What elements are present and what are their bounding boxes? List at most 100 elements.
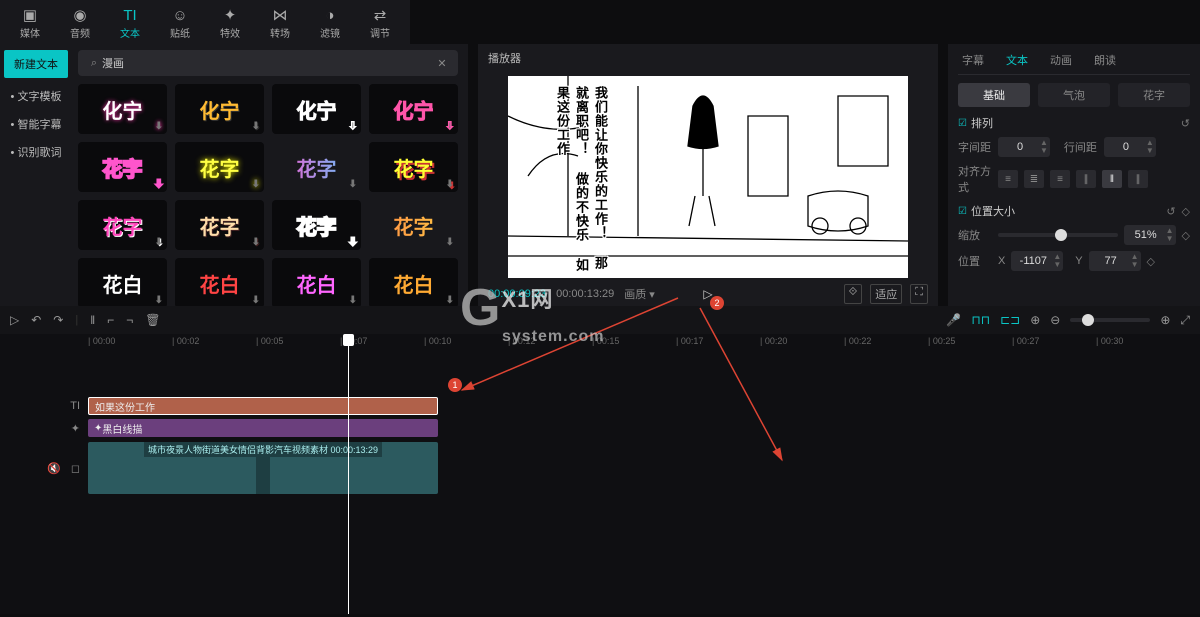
magnet-icon[interactable]: ⊓⊓ bbox=[971, 313, 990, 327]
download-icon[interactable]: ⬇ bbox=[349, 295, 357, 306]
align-v1-icon[interactable]: ∥ bbox=[1076, 170, 1096, 188]
sidebar-item[interactable]: • 识别歌词 bbox=[4, 138, 68, 166]
align-v2-icon[interactable]: ‖ bbox=[1102, 170, 1122, 188]
download-icon[interactable]: ⬇ bbox=[446, 295, 454, 306]
sidebar-item[interactable]: • 文字模板 bbox=[4, 82, 68, 110]
download-icon[interactable]: ⬇ bbox=[446, 237, 454, 248]
cut-left-icon[interactable]: ⌐ bbox=[107, 313, 114, 327]
sidebar-item[interactable]: • 智能字幕 bbox=[4, 110, 68, 138]
download-icon[interactable]: ⬇ bbox=[252, 179, 260, 190]
inspector-tab[interactable]: 动画 bbox=[1046, 50, 1076, 70]
download-icon[interactable]: ⬇ bbox=[252, 121, 260, 132]
pos-y-input[interactable]: ▲▼ bbox=[1089, 251, 1141, 271]
video-clip[interactable]: 城市夜景人物街道美女情侣背影汽车视频素材 00:00:13:29 封面 bbox=[88, 442, 438, 494]
text-style-card[interactable]: 花字⬇ bbox=[272, 142, 361, 192]
media-tab-贴纸[interactable]: ☺贴纸 bbox=[158, 4, 202, 44]
ratio-icon[interactable]: 适应 bbox=[870, 284, 902, 304]
text-style-card[interactable]: 花字⬇ bbox=[369, 200, 458, 250]
text-clip[interactable]: 如果这份工作 bbox=[88, 397, 438, 415]
checkbox-icon[interactable]: ☑ bbox=[958, 206, 967, 217]
download-icon[interactable]: ⬇ bbox=[155, 237, 163, 248]
new-text-button[interactable]: 新建文本 bbox=[4, 50, 68, 78]
inspector-subtab[interactable]: 基础 bbox=[958, 83, 1030, 107]
search-input[interactable] bbox=[102, 57, 434, 69]
text-style-card[interactable]: 化宁⬇ bbox=[369, 84, 458, 134]
link-icon[interactable]: ⊏⊐ bbox=[1000, 313, 1020, 327]
text-style-card[interactable]: 化宁⬇ bbox=[175, 84, 264, 134]
keyframe-icon[interactable]: ◇ bbox=[1182, 229, 1190, 242]
text-style-card[interactable]: 花白⬇ bbox=[272, 258, 361, 306]
download-icon[interactable]: ⬇ bbox=[252, 237, 260, 248]
effect-clip[interactable]: ✦ 黑白线描 bbox=[88, 419, 438, 437]
text-style-card[interactable]: 花字⬇ bbox=[369, 142, 458, 192]
timeline-ruler[interactable]: | 00:00| 00:02| 00:05| 00:07| 00:10| 00:… bbox=[88, 334, 1200, 356]
media-tab-滤镜[interactable]: ◑滤镜 bbox=[308, 4, 352, 44]
zoom-in-icon[interactable]: ⊕ bbox=[1160, 313, 1170, 327]
text-style-card[interactable]: 花白⬇ bbox=[369, 258, 458, 306]
media-tab-媒体[interactable]: ▣媒体 bbox=[8, 4, 52, 44]
preview-toggle-icon[interactable]: ⊕ bbox=[1030, 313, 1040, 327]
download-icon[interactable]: ⬇ bbox=[155, 121, 163, 132]
text-style-card[interactable]: 花字⬇ bbox=[175, 200, 264, 250]
text-style-card[interactable]: 花白⬇ bbox=[175, 258, 264, 306]
inspector-tab[interactable]: 朗读 bbox=[1090, 50, 1120, 70]
text-style-card[interactable]: 花字⬇ bbox=[78, 200, 167, 250]
char-space-input[interactable]: ▲▼ bbox=[998, 137, 1050, 157]
text-style-card[interactable]: 化宁⬇ bbox=[272, 84, 361, 134]
split-icon[interactable]: ‖ bbox=[90, 313, 95, 327]
line-space-input[interactable]: ▲▼ bbox=[1104, 137, 1156, 157]
download-icon[interactable]: ⬇ bbox=[252, 295, 260, 306]
text-style-card[interactable]: 花字⬇ bbox=[78, 142, 167, 192]
inspector-subtab[interactable]: 气泡 bbox=[1038, 83, 1110, 107]
cut-right-icon[interactable]: ¬ bbox=[126, 313, 133, 327]
media-tab-转场[interactable]: ⋈转场 bbox=[258, 4, 302, 44]
keyframe-icon[interactable]: ◇ bbox=[1182, 205, 1190, 218]
download-icon[interactable]: ⬇ bbox=[349, 121, 357, 132]
reset-icon[interactable]: ↺ bbox=[1181, 117, 1190, 130]
media-tab-音频[interactable]: ◉音频 bbox=[58, 4, 102, 44]
scale-input[interactable]: ▲▼ bbox=[1124, 225, 1176, 245]
download-icon[interactable]: ⬇ bbox=[349, 179, 357, 190]
zoom-slider[interactable] bbox=[1070, 318, 1150, 322]
download-icon[interactable]: ⬇ bbox=[349, 237, 357, 248]
pos-x-input[interactable]: ▲▼ bbox=[1011, 251, 1063, 271]
align-center-icon[interactable]: ≣ bbox=[1024, 170, 1044, 188]
align-left-icon[interactable]: ≡ bbox=[998, 170, 1018, 188]
checkbox-icon[interactable]: ☑ bbox=[958, 118, 967, 129]
download-icon[interactable]: ⬇ bbox=[155, 179, 163, 190]
inspector-tab[interactable]: 字幕 bbox=[958, 50, 988, 70]
media-tab-调节[interactable]: ⇄调节 bbox=[358, 4, 402, 44]
undo-icon[interactable]: ↶ bbox=[31, 313, 41, 327]
lock-track-icon[interactable]: ◻ bbox=[71, 462, 80, 475]
card-label: 化宁 bbox=[103, 95, 143, 124]
mic-icon[interactable]: 🎤 bbox=[946, 313, 961, 327]
delete-icon[interactable]: 🗑 bbox=[145, 313, 160, 327]
align-v3-icon[interactable]: ∥ bbox=[1128, 170, 1148, 188]
text-style-card[interactable]: 花字⬇ bbox=[175, 142, 264, 192]
scale-slider[interactable] bbox=[998, 233, 1118, 237]
align-right-icon[interactable]: ≡ bbox=[1050, 170, 1070, 188]
preview-canvas[interactable]: 我们能让你快乐的工作！ 那就离职吧！ 做的不快乐 如果这份工作 bbox=[508, 76, 908, 278]
keyframe-icon[interactable]: ◇ bbox=[1147, 255, 1155, 268]
inspector-tab[interactable]: 文本 bbox=[1002, 50, 1032, 70]
inspector-subtab[interactable]: 花字 bbox=[1118, 83, 1190, 107]
pointer-tool-icon[interactable]: ▷ bbox=[10, 313, 19, 327]
text-style-card[interactable]: 花白⬇ bbox=[78, 258, 167, 306]
text-style-card[interactable]: 花字⬇ bbox=[272, 200, 361, 250]
zoom-out-icon[interactable]: ⊖ bbox=[1050, 313, 1060, 327]
playhead[interactable] bbox=[348, 334, 349, 614]
mute-track-icon[interactable]: 🔇 bbox=[47, 462, 61, 475]
reset-icon[interactable]: ↺ bbox=[1166, 205, 1175, 218]
ratio-dropdown[interactable]: 画质 ▾ bbox=[624, 286, 655, 302]
compare-icon[interactable]: ⟐ bbox=[844, 284, 863, 304]
fullscreen-icon[interactable]: ⛶ bbox=[910, 284, 928, 304]
download-icon[interactable]: ⬇ bbox=[446, 121, 454, 132]
redo-icon[interactable]: ↷ bbox=[53, 313, 63, 327]
fit-icon[interactable]: ⤢ bbox=[1180, 313, 1190, 328]
text-style-card[interactable]: 化宁 ⬇ bbox=[78, 84, 167, 134]
download-icon[interactable]: ⬇ bbox=[446, 179, 454, 190]
media-tab-特效[interactable]: ✦特效 bbox=[208, 4, 252, 44]
clear-search-icon[interactable]: ✕ bbox=[434, 57, 450, 70]
download-icon[interactable]: ⬇ bbox=[155, 295, 163, 306]
media-tab-文本[interactable]: TI文本 bbox=[108, 4, 152, 44]
